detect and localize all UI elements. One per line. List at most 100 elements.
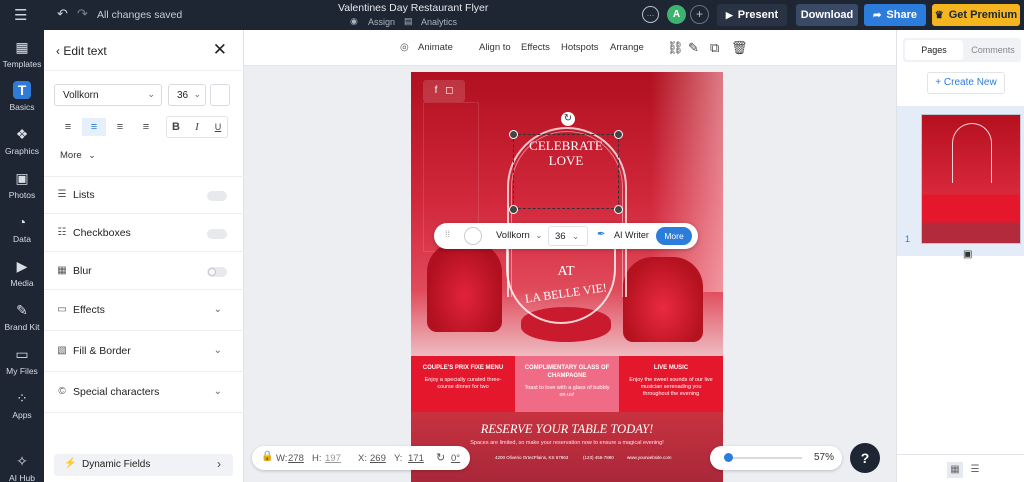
option-effects[interactable]: ▭ Effects ⌄	[44, 290, 244, 331]
blur-toggle[interactable]	[207, 267, 227, 277]
option-lists[interactable]: ☰ Lists	[44, 176, 244, 214]
headline-text[interactable]: CELEBRATE LOVE	[513, 138, 619, 168]
float-size-select[interactable]: 36 ⌄	[548, 226, 588, 246]
tab-pages[interactable]: Pages	[905, 40, 963, 60]
avatar[interactable]: A	[667, 5, 686, 24]
x-value[interactable]: 269	[370, 453, 386, 464]
italic-button[interactable]: I	[187, 118, 207, 136]
redo-icon[interactable]: ↷	[77, 6, 88, 22]
text-color-swatch[interactable]	[210, 84, 230, 106]
rail-item-media[interactable]: ▶ Media	[0, 257, 44, 288]
dynamic-fields-button[interactable]: ⚡ Dynamic Fields ›	[54, 454, 233, 476]
font-family-value: Vollkorn	[63, 89, 99, 101]
width-value[interactable]: 278	[288, 453, 304, 464]
option-special-characters[interactable]: © Special characters ⌄	[44, 372, 244, 413]
text-color-circle[interactable]	[464, 227, 482, 245]
slideshow-icon[interactable]: ▣	[963, 249, 972, 260]
lock-icon[interactable]: 🔒	[261, 451, 273, 462]
close-icon[interactable]: ✕	[213, 40, 227, 60]
rail-item-data[interactable]: ◔ Data	[0, 213, 44, 244]
download-label: Download	[800, 9, 854, 21]
analytics-link[interactable]: Analytics	[421, 17, 457, 27]
link-icon[interactable]: ⛓	[667, 30, 684, 66]
option-checkboxes[interactable]: ☷ Checkboxes	[44, 214, 244, 252]
drag-handle-icon[interactable]: ⁞⁞	[445, 229, 450, 239]
justify-button[interactable]: ≡	[134, 118, 158, 136]
format-painter-icon[interactable]: ✎	[688, 30, 699, 66]
font-size-select[interactable]: 36 ⌄	[168, 84, 206, 106]
top-bar: ☰ ↶ ↷ All changes saved Valentines Day R…	[0, 0, 1024, 30]
rail-label: Media	[10, 278, 34, 288]
rail-item-photos[interactable]: ▣ Photos	[0, 169, 44, 200]
add-collaborator-icon[interactable]: +	[690, 5, 709, 24]
rail-item-templates[interactable]: ▦ Templates	[0, 38, 44, 69]
trash-icon[interactable]: 🗑	[731, 30, 748, 66]
assign-link[interactable]: Assign	[368, 17, 395, 27]
share-button[interactable]: ➦ Share	[864, 4, 926, 26]
ai-writer-button[interactable]: AI Writer	[614, 230, 649, 240]
y-value[interactable]: 171	[408, 453, 424, 464]
hotspots-button[interactable]: Hotspots	[561, 30, 599, 66]
rail-item-apps[interactable]: ⁘ Apps	[0, 389, 44, 420]
option-blur[interactable]: ▦ Blur	[44, 252, 244, 290]
chevron-right-icon: ›	[217, 457, 221, 471]
rail-item-my-files[interactable]: ▭ My Files	[0, 345, 44, 376]
float-font-select[interactable]: Vollkorn ⌄	[496, 230, 542, 241]
rotation-value[interactable]: 0°	[451, 453, 460, 464]
underline-button[interactable]: U	[208, 118, 228, 136]
help-button[interactable]: ?	[850, 443, 880, 473]
height-value[interactable]: 197	[325, 453, 341, 464]
rail-label: AI Hub	[9, 473, 35, 482]
duplicate-icon[interactable]: ⧉	[710, 30, 719, 66]
zoom-slider-track[interactable]	[724, 457, 802, 459]
present-button[interactable]: ▶ Present	[717, 4, 787, 26]
animate-button[interactable]: Animate	[418, 30, 453, 66]
sparkle-icon: ✧	[16, 453, 28, 469]
effects-button[interactable]: Effects	[521, 30, 550, 66]
download-button[interactable]: Download	[796, 4, 858, 26]
feather-pen-icon: ✒	[597, 229, 606, 240]
hamburger-menu-icon[interactable]: ☰	[14, 6, 27, 24]
rail-item-ai-hub[interactable]: ✧ AI Hub	[0, 452, 44, 482]
tab-comments[interactable]: Comments	[965, 40, 1021, 60]
rotate-handle-icon[interactable]: ↻	[561, 112, 575, 126]
list-view-icon[interactable]: ☰	[967, 462, 983, 478]
align-to-button[interactable]: Align to	[479, 30, 511, 66]
checkboxes-toggle[interactable]	[207, 229, 227, 239]
thumbnail-arch	[952, 123, 992, 183]
arrange-button[interactable]: Arrange	[610, 30, 644, 66]
rail-item-graphics[interactable]: ❖ Graphics	[0, 125, 44, 156]
pages-panel: Pages Comments + Create New 1 ▣ ▦ ☰	[896, 30, 1024, 482]
more-button[interactable]: More	[656, 227, 692, 245]
rail-item-brand-kit[interactable]: ✎ Brand Kit	[0, 301, 44, 332]
option-label: Lists	[73, 189, 95, 201]
panel-title: LIVE MUSIC	[653, 365, 689, 371]
font-family-select[interactable]: Vollkorn ⌄	[54, 84, 162, 106]
align-center-button[interactable]: ≡	[82, 118, 106, 136]
grid-view-icon[interactable]: ▦	[947, 462, 963, 478]
more-options-toggle[interactable]: More ⌄	[60, 150, 96, 161]
instagram-icon: ◻	[445, 85, 454, 96]
create-new-button[interactable]: + Create New	[927, 72, 1005, 94]
option-fill-border[interactable]: ▧ Fill & Border ⌄	[44, 331, 244, 372]
chevron-down-icon: ⌄	[213, 386, 222, 397]
zoom-slider-thumb[interactable]	[723, 453, 733, 462]
lists-toggle[interactable]	[207, 191, 227, 201]
bold-button[interactable]: B	[166, 118, 186, 136]
document-title[interactable]: Valentines Day Restaurant Flyer	[338, 2, 488, 14]
resize-handle[interactable]	[509, 205, 518, 214]
comment-bubble-icon[interactable]: …	[642, 6, 659, 23]
resize-handle[interactable]	[614, 205, 623, 214]
rail-item-basics[interactable]: T Basics	[0, 81, 44, 112]
flyer-page[interactable]: f ◻ ↻ CELEBRATE LOVE AT LA BELLE VIE! CO…	[411, 72, 723, 482]
get-premium-button[interactable]: ♛ Get Premium	[932, 4, 1020, 26]
align-right-button[interactable]: ≡	[108, 118, 132, 136]
zoom-value[interactable]: 57%	[814, 452, 834, 463]
option-label: Blur	[73, 265, 92, 277]
rail-label: Basics	[9, 102, 35, 112]
page-thumbnail[interactable]	[921, 114, 1021, 244]
undo-icon[interactable]: ↶	[57, 6, 68, 22]
y-label: Y:	[394, 453, 403, 464]
align-left-button[interactable]: ≡	[56, 118, 80, 136]
back-to-edit-text[interactable]: ‹ Edit text	[56, 44, 107, 58]
